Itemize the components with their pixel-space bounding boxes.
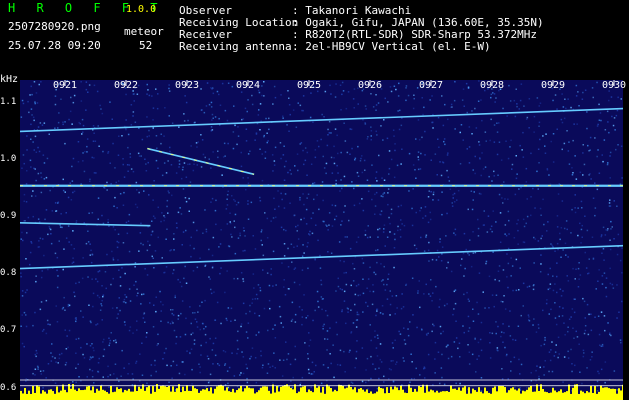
meteor-label: meteor xyxy=(124,25,164,38)
info-value-antenna: : 2el-HB9CV Vertical (el. E-W) xyxy=(292,40,491,53)
x-tick-label: 0921 xyxy=(53,80,78,91)
x-tick-label: 0924 xyxy=(236,80,261,91)
x-tick-label: 0930 xyxy=(602,80,627,91)
file-datetime: 25.07.28 09:20 xyxy=(8,39,101,52)
spectrogram xyxy=(20,80,623,400)
x-tick-label: 0923 xyxy=(175,80,200,91)
x-tick-label: 0925 xyxy=(297,80,322,91)
x-tick-label: 0926 xyxy=(358,80,383,91)
y-tick-label: 0.7 xyxy=(0,325,17,336)
app-version: 1.0.0 xyxy=(126,4,157,15)
x-tick-label: 0927 xyxy=(419,80,444,91)
y-tick-label: 1.1 xyxy=(0,96,17,107)
y-tick-label: 0.9 xyxy=(0,211,17,222)
trace-carrier-upper xyxy=(20,107,623,133)
info-label-antenna: Receiving antenna xyxy=(179,40,292,53)
meteor-count: 52 xyxy=(139,39,153,52)
baseline-band xyxy=(20,384,623,400)
trace-carrier-lower2 xyxy=(20,244,623,270)
spectrogram-canvas xyxy=(20,80,623,400)
file-name: 2507280920.png xyxy=(8,20,101,33)
y-tick-label: 0.6 xyxy=(0,382,17,393)
x-tick-label: 0922 xyxy=(114,80,139,91)
x-tick-label: 0929 xyxy=(541,80,566,91)
y-axis-label: kHz xyxy=(0,74,19,85)
trace-meteor-streak xyxy=(147,147,255,176)
y-tick-label: 1.0 xyxy=(0,154,17,164)
x-tick-label: 0928 xyxy=(480,80,505,91)
y-tick-label: 0.8 xyxy=(0,268,17,279)
trace-carrier-lower1 xyxy=(20,222,151,227)
